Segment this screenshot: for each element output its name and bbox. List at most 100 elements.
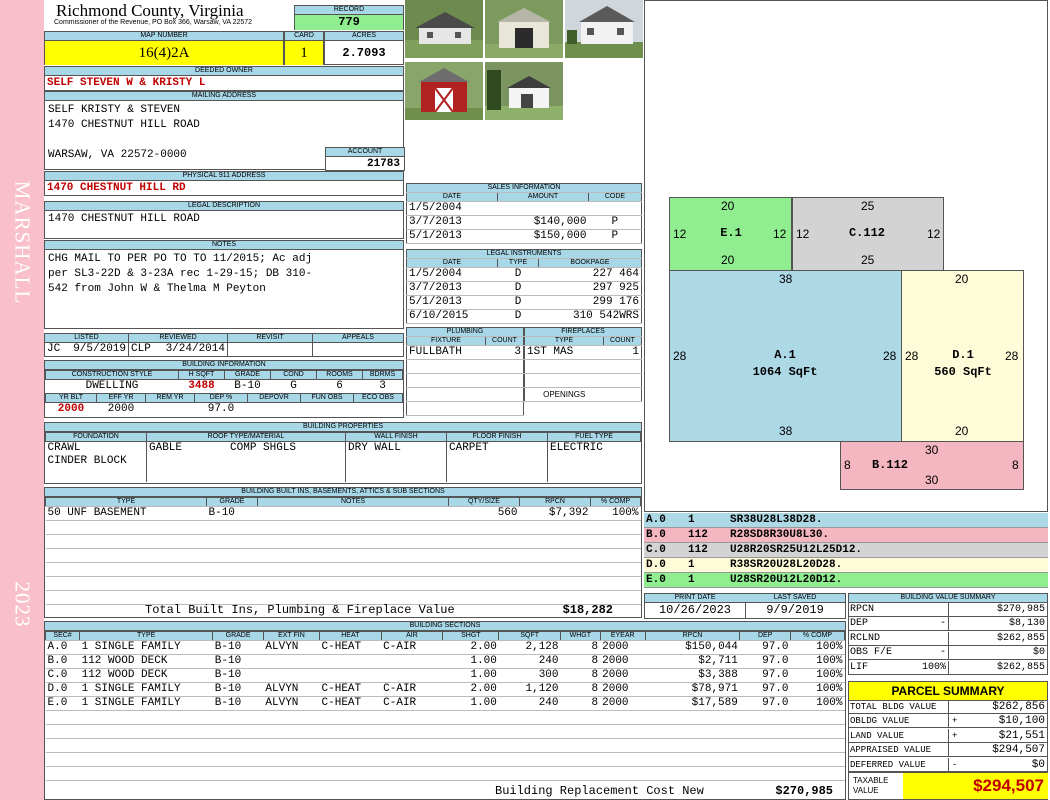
sale-amount [497, 201, 589, 216]
appeals-header: APPEALS [312, 333, 404, 343]
empty-cell [45, 766, 845, 781]
instrument-bookpage-header: BOOKPAGE [538, 258, 642, 268]
legend-code: 112 [688, 544, 708, 556]
outbuilding-photo[interactable] [485, 62, 563, 120]
empty-row [45, 724, 845, 739]
instrument-bookpage: 310 542WRS [538, 309, 642, 324]
fireplaces-title: FIREPLACES [524, 327, 642, 337]
sketch-label-c: C.112 [848, 226, 885, 240]
value-label: OBS F/E [850, 647, 893, 659]
section-cell: B-10 [212, 696, 264, 711]
construction-style-header: CONSTRUCTION STYLE [45, 370, 179, 380]
depreciation-pct: 97.0 [207, 403, 235, 415]
rem-yr-header: REM YR [145, 393, 195, 403]
county-header: Richmond County, Virginia Commissioner o… [44, 0, 294, 30]
sketch-dim: 12 [927, 227, 941, 241]
house-photo-2[interactable] [565, 0, 643, 58]
section-col-header: % COMP [790, 631, 845, 641]
legal-description: 1470 CHESTNUT HILL ROAD [48, 213, 200, 225]
garage-photo[interactable] [485, 0, 563, 58]
parcel-row: OBLDG VALUE + $10,100 [848, 714, 1048, 729]
parcel-summary-title: PARCEL SUMMARY [849, 682, 1047, 701]
section-cell: 8 [560, 696, 601, 711]
instrument-date: 3/7/2013 [406, 281, 498, 296]
instrument-type: D [497, 309, 539, 324]
sketch-label-b: B.112 [871, 458, 908, 472]
grade-header: GRADE [224, 370, 271, 380]
value-amount: $262,855 [996, 661, 1045, 673]
section-cell: 1 SINGLE FAMILY [79, 696, 213, 711]
plumbing-table: PLUMBING FIXTURE COUNT FULLBATH 3 [406, 327, 524, 416]
table-row: 6/10/2015 D 310 542WRS [406, 309, 642, 324]
eff-yr-header: EFF YR [96, 393, 146, 403]
notes-line: 542 from John W & Thelma M Peyton [48, 283, 266, 295]
economic-obsolescence [354, 403, 403, 417]
notes-line: per SL3-22D & 3-23A rec 1-29-15; DB 310- [48, 268, 313, 280]
empty-cell [406, 401, 486, 416]
legal-instruments-title: LEGAL INSTRUMENTS [406, 249, 642, 259]
sketch-dim: 8 [844, 458, 851, 472]
table-row: 50 UNF BASEMENT B-10 560 $7,392 100% [45, 506, 641, 521]
parcel-label: APPRAISED VALUE [850, 745, 932, 756]
legend-vectors: R28SD8R30U8L30. [730, 529, 830, 541]
sketch-label-a: A.1 [774, 348, 796, 362]
sketch-dim: 28 [883, 349, 897, 363]
section-cell: $150,044 [645, 640, 740, 655]
section-cell: B-10 [212, 682, 264, 697]
empty-cell [485, 359, 524, 374]
value-row: LIF 100% $262,855 [848, 660, 1048, 675]
section-cell: 8 [560, 682, 601, 697]
instrument-type-header: TYPE [497, 258, 539, 268]
record-number: 779 [295, 15, 403, 30]
house-photo-1[interactable] [405, 0, 483, 58]
value-divider [948, 631, 949, 645]
empty-cell [524, 373, 604, 388]
table-row: 5/1/2013 D 299 176 [406, 295, 642, 310]
sale-amount: $140,000 [497, 215, 589, 230]
table-row: 5/1/2013 $150,000 P [406, 229, 642, 244]
empty-row [45, 752, 845, 767]
builtin-rpcn: $7,392 [519, 506, 591, 521]
print-date-label: PRINT DATE [645, 594, 745, 603]
section-cell [263, 654, 320, 669]
parcel-row: TOTAL BLDG VALUE $262,856 [848, 700, 1048, 714]
value-amount: $262,855 [996, 632, 1045, 644]
sketch-dim: 38 [779, 272, 793, 286]
listed-cell: JC 9/5/2019 [44, 342, 129, 357]
legend-row: D.0 1 R38SR20U28L20D28. [644, 558, 1048, 573]
print-date: 10/26/2023 [658, 603, 731, 617]
builtin-comp-header: % COMP [590, 497, 641, 507]
value-divider [948, 617, 949, 631]
depovr-header: DEPOVR [247, 393, 301, 403]
fireplace-count: 1 [603, 345, 642, 360]
building-properties-title: BUILDING PROPERTIES [45, 423, 641, 432]
section-cell: 112 WOOD DECK [79, 668, 213, 683]
table-row: 3/7/2013 $140,000 P [406, 215, 642, 230]
notes-box: NOTES CHG MAIL TO PER PO TO TO 11/2015; … [44, 240, 404, 329]
legend-section: C.0 [646, 544, 666, 556]
parcel-divider [948, 743, 949, 757]
building-info-title: BUILDING INFORMATION [45, 361, 403, 370]
legal-description-label: LEGAL DESCRIPTION [45, 202, 403, 211]
instrument-date: 6/10/2015 [406, 309, 498, 324]
shed-photo[interactable] [405, 62, 483, 120]
section-cell: 8 [560, 654, 601, 669]
empty-cell [45, 752, 845, 767]
fireplace-type-header: TYPE [524, 336, 604, 346]
fireplaces-table: FIREPLACES TYPE COUNT 1ST MAS 1 OPENINGS [524, 327, 642, 402]
sections-total: $270,985 [775, 784, 833, 798]
sketch-dim: 25 [861, 199, 875, 213]
wall-finish: DRY WALL [345, 441, 447, 482]
sale-date: 1/5/2004 [406, 201, 498, 216]
section-cell: 1 SINGLE FAMILY [79, 640, 213, 655]
mailing-address-box: MAILING ADDRESS SELF KRISTY & STEVEN 147… [44, 91, 405, 171]
sections-table: SEC# TYPE GRADE EXT FIN HEAT AIR SHGT SQFT WHGT E… [44, 631, 845, 781]
taxable-value-box: TAXABLE VALUE $294,507 [848, 772, 1048, 800]
legend-vectors: SR38U28L38D28. [730, 514, 823, 526]
notes-label: NOTES [45, 241, 403, 250]
builtin-notes-header: NOTES [257, 497, 449, 507]
record-box: RECORD 779 [294, 5, 404, 30]
built-ins-total-row: Total Built Ins, Plumbing & Fireplace Va… [45, 603, 641, 617]
section-cell: B-10 [212, 640, 264, 655]
year-label: 2023 [10, 581, 35, 628]
